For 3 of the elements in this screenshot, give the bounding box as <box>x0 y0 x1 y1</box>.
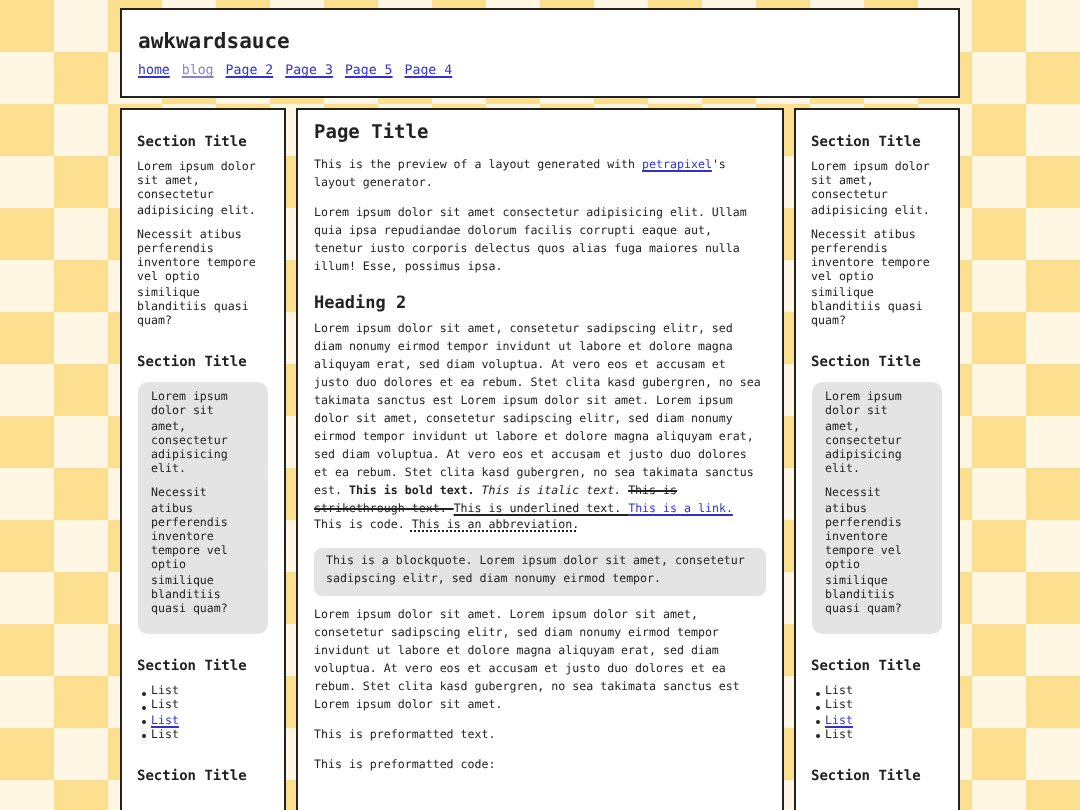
site-title: awkwardsauce <box>138 30 292 54</box>
section-heading: Heading 2 <box>314 292 409 317</box>
page-title: Page Title <box>314 120 431 148</box>
